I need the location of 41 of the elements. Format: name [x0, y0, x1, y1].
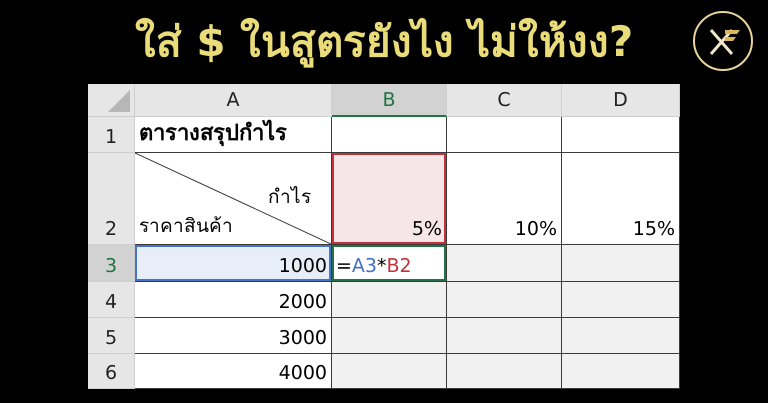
table-cell[interactable]: 15%: [562, 153, 680, 245]
column-header[interactable]: D: [562, 84, 680, 117]
table-cell[interactable]: 1000: [135, 245, 332, 282]
logo-icon: [692, 10, 754, 72]
table-cell[interactable]: [447, 318, 562, 354]
table-cell[interactable]: [562, 245, 680, 282]
table-cell[interactable]: [447, 245, 562, 282]
row-header[interactable]: 5: [88, 318, 135, 354]
table-cell[interactable]: [332, 117, 447, 153]
table-cell[interactable]: 2000: [135, 282, 332, 318]
table-cell[interactable]: 4000: [135, 354, 332, 389]
row-header[interactable]: 4: [88, 282, 135, 318]
column-header[interactable]: C: [447, 84, 562, 117]
table-cell[interactable]: [562, 117, 680, 153]
table-cell[interactable]: [447, 117, 562, 153]
sheet-title: ตารางสรุปกำไร: [139, 118, 287, 148]
table-cell[interactable]: 3000: [135, 318, 332, 354]
table-cell[interactable]: 5%: [332, 153, 447, 245]
table-cell[interactable]: [562, 354, 680, 389]
row-label: ราคาสินค้า: [139, 214, 233, 239]
row-header[interactable]: 1: [88, 117, 135, 153]
table-cell[interactable]: [332, 318, 447, 354]
column-header[interactable]: B: [332, 84, 447, 117]
table-cell[interactable]: ตารางสรุปกำไร: [135, 117, 332, 153]
row-header[interactable]: 6: [88, 354, 135, 389]
table-cell[interactable]: [447, 354, 562, 389]
column-label: กำไร: [268, 185, 311, 210]
headline: ใส่ $ ในสูตรยังไง ไม่ให้งง?: [134, 16, 634, 68]
table-cell[interactable]: [562, 318, 680, 354]
table-cell[interactable]: [447, 282, 562, 318]
formula-text: =A3*B2: [336, 255, 412, 277]
row-header[interactable]: 2: [88, 153, 135, 245]
row-header[interactable]: 3: [88, 245, 135, 282]
table-cell[interactable]: 10%: [447, 153, 562, 245]
table-cell[interactable]: กำไร ราคาสินค้า: [135, 153, 332, 245]
triangle-icon: [108, 90, 130, 112]
column-header[interactable]: A: [135, 84, 332, 117]
table-cell[interactable]: =A3*B2: [332, 245, 447, 282]
table-cell[interactable]: [332, 282, 447, 318]
table-cell[interactable]: [332, 354, 447, 389]
table-cell[interactable]: [562, 282, 680, 318]
